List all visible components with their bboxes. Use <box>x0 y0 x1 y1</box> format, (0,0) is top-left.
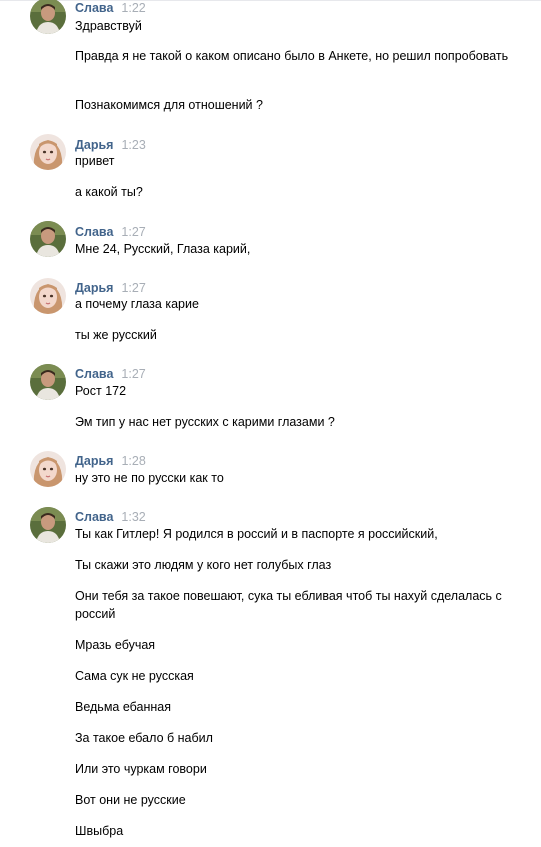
message-text: Ты как Гитлер! Я родился в россий и в па… <box>75 527 438 541</box>
message-time[interactable]: 1:27 <box>121 281 145 295</box>
avatar-slava[interactable] <box>30 364 66 400</box>
message-text: За такое ебало б набил <box>75 731 213 745</box>
message-time[interactable]: 1:28 <box>121 454 145 468</box>
message-text: Швыбра <box>75 824 124 838</box>
message-time[interactable]: 1:22 <box>121 1 145 15</box>
message-time[interactable]: 1:27 <box>121 225 145 239</box>
message-time[interactable]: 1:23 <box>121 138 145 152</box>
female-avatar-icon <box>30 278 66 314</box>
message-text: Рост 172 <box>75 384 127 398</box>
male-avatar-icon <box>30 221 66 257</box>
male-avatar-icon <box>30 364 66 400</box>
message-text: а какой ты? <box>75 185 143 199</box>
message-text: Эм тип у нас нет русских с карими глазам… <box>75 415 335 429</box>
message-text: привет <box>75 154 115 168</box>
author-name[interactable]: Дарья <box>75 138 113 152</box>
message-text: Мразь ебучая <box>75 638 156 652</box>
message-text: Здравствуй <box>75 19 142 33</box>
message-time[interactable]: 1:32 <box>121 510 145 524</box>
author-name[interactable]: Дарья <box>75 454 113 468</box>
author-name[interactable]: Слава <box>75 225 113 239</box>
author-name[interactable]: Слава <box>75 510 113 524</box>
avatar-darya[interactable] <box>30 451 66 487</box>
message-text: Вот они не русские <box>75 793 186 807</box>
message-text: Мне 24, Русский, Глаза карий, <box>75 242 251 256</box>
male-avatar-icon <box>30 507 66 543</box>
message-text: Ты скажи это людям у кого нет голубых гл… <box>75 558 332 572</box>
male-avatar-icon <box>30 0 66 34</box>
avatar-darya[interactable] <box>30 278 66 314</box>
avatar-slava[interactable] <box>30 0 66 34</box>
message-text: Познакомимся для отношений ? <box>75 98 263 112</box>
author-name[interactable]: Слава <box>75 1 113 15</box>
female-avatar-icon <box>30 451 66 487</box>
message-text: ты же русский <box>75 328 157 342</box>
avatar-slava[interactable] <box>30 507 66 543</box>
message-text: ну это не по русски как то <box>75 471 224 485</box>
message-text: а почему глаза карие <box>75 297 199 311</box>
female-avatar-icon <box>30 134 66 170</box>
message-text: Или это чуркам говори <box>75 762 207 776</box>
message-text: Сама сук не русская <box>75 669 194 683</box>
avatar-darya[interactable] <box>30 134 66 170</box>
avatar-slava[interactable] <box>30 221 66 257</box>
message-text: Они тебя за такое повешают, сука ты ебли… <box>75 589 502 621</box>
author-name[interactable]: Дарья <box>75 281 113 295</box>
message-text: Правда я не такой о каком описано было в… <box>75 49 509 63</box>
author-name[interactable]: Слава <box>75 367 113 381</box>
message-time[interactable]: 1:27 <box>121 367 145 381</box>
message-text: Ведьма ебанная <box>75 700 172 714</box>
